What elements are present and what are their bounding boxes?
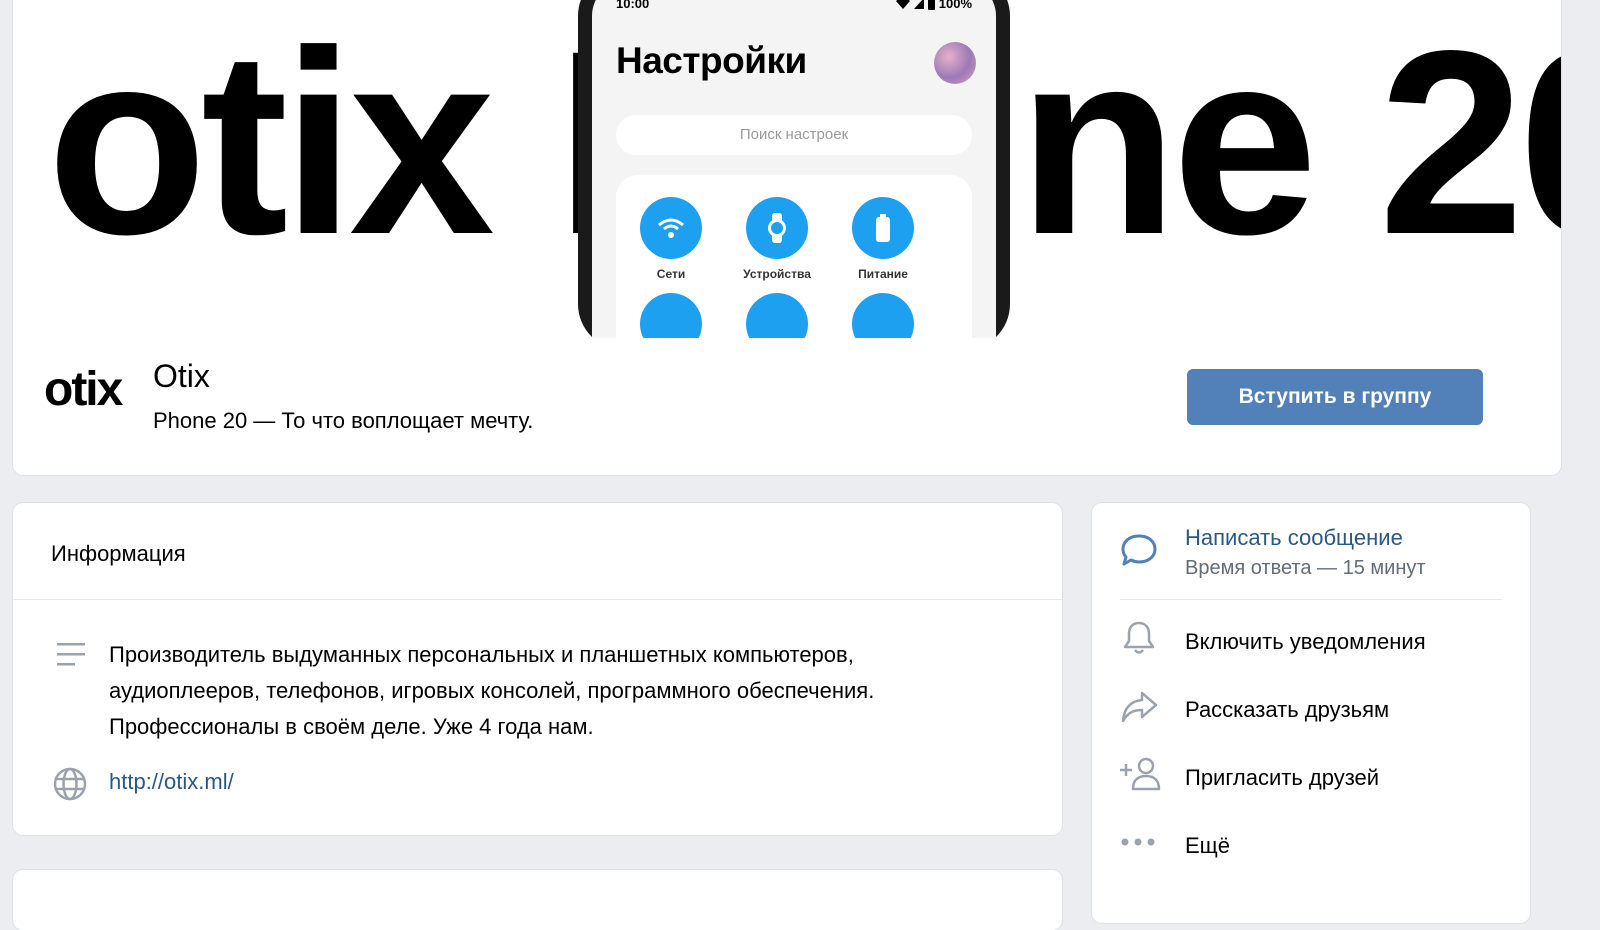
quick-setting-networks: Сети bbox=[616, 197, 726, 281]
divider bbox=[1120, 599, 1502, 600]
website-link[interactable]: http://otix.ml/ bbox=[109, 769, 234, 795]
write-message-action[interactable]: Написать сообщение Время ответа — 15 мин… bbox=[1092, 503, 1530, 599]
group-name: Otix bbox=[153, 358, 210, 394]
wifi-status-icon bbox=[895, 0, 910, 9]
quick-setting-label: Устройства bbox=[743, 267, 811, 281]
info-title: Информация bbox=[51, 541, 186, 566]
quick-setting-devices: Устройства bbox=[722, 197, 832, 281]
share-icon bbox=[1121, 691, 1158, 723]
cover-image[interactable]: otix P ne 20 10:00 100% Настройки Поиск … bbox=[13, 0, 1561, 338]
actions-card: Написать сообщение Время ответа — 15 мин… bbox=[1092, 503, 1530, 923]
share-label: Рассказать друзьям bbox=[1185, 697, 1390, 722]
divider bbox=[13, 599, 1062, 600]
response-time: Время ответа — 15 минут bbox=[1185, 557, 1426, 579]
battery-icon bbox=[852, 197, 914, 259]
phone-avatar bbox=[934, 42, 976, 84]
phone-mockup: 10:00 100% Настройки Поиск настроек Сети… bbox=[578, 0, 1010, 338]
add-user-icon bbox=[1120, 757, 1161, 791]
quick-setting-icon bbox=[852, 293, 914, 338]
watch-icon bbox=[746, 197, 808, 259]
globe-icon bbox=[53, 767, 87, 801]
more-label: Ещё bbox=[1185, 833, 1231, 858]
phone-status-icons: 100% bbox=[895, 0, 972, 11]
join-group-button[interactable]: Вступить в группу bbox=[1187, 369, 1483, 425]
group-status: Phone 20 — То что воплощает мечту. bbox=[153, 408, 534, 433]
info-card: Информация Производитель выдуманных перс… bbox=[13, 503, 1062, 835]
phone-settings-title: Настройки bbox=[616, 40, 807, 81]
message-icon bbox=[1121, 534, 1157, 566]
quick-setting-more-2 bbox=[722, 293, 832, 338]
quick-setting-power: Питание bbox=[828, 197, 938, 281]
invite-friends-label: Пригласить друзей bbox=[1185, 765, 1380, 790]
enable-notifications-action[interactable]: Включить уведомления bbox=[1092, 613, 1530, 673]
group-header-card: otix P ne 20 10:00 100% Настройки Поиск … bbox=[13, 0, 1561, 475]
wifi-icon bbox=[640, 197, 702, 259]
write-message-label: Написать сообщение bbox=[1185, 525, 1403, 550]
enable-notifications-label: Включить уведомления bbox=[1185, 629, 1426, 654]
phone-time: 10:00 bbox=[616, 0, 650, 11]
battery-status-icon bbox=[927, 0, 935, 10]
phone-quick-settings: Сети Устройства Питание bbox=[616, 175, 972, 338]
quick-setting-label: Питание bbox=[858, 267, 908, 281]
signal-icon bbox=[913, 0, 924, 9]
next-card bbox=[13, 870, 1062, 930]
quick-setting-icon bbox=[746, 293, 808, 338]
battery-percent: 100% bbox=[938, 0, 972, 11]
group-avatar-logo[interactable]: otix bbox=[44, 362, 123, 417]
phone-status-bar: 10:00 100% bbox=[616, 0, 972, 12]
quick-setting-more-1 bbox=[616, 293, 726, 338]
phone-search-field: Поиск настроек bbox=[616, 115, 972, 155]
more-icon bbox=[1121, 838, 1155, 846]
share-action[interactable]: Рассказать друзьям bbox=[1092, 681, 1530, 741]
group-description: Производитель выдуманных персональных и … bbox=[109, 642, 875, 739]
more-action[interactable]: Ещё bbox=[1092, 817, 1530, 877]
quick-setting-icon bbox=[640, 293, 702, 338]
quick-setting-more-3 bbox=[828, 293, 938, 338]
text-lines-icon bbox=[57, 643, 85, 666]
quick-setting-label: Сети bbox=[656, 267, 686, 281]
bell-icon bbox=[1123, 621, 1155, 654]
phone-screen: 10:00 100% Настройки Поиск настроек Сети… bbox=[592, 0, 996, 338]
cover-text-right: ne 20 bbox=[1018, 0, 1561, 289]
invite-friends-action[interactable]: Пригласить друзей bbox=[1092, 749, 1530, 809]
